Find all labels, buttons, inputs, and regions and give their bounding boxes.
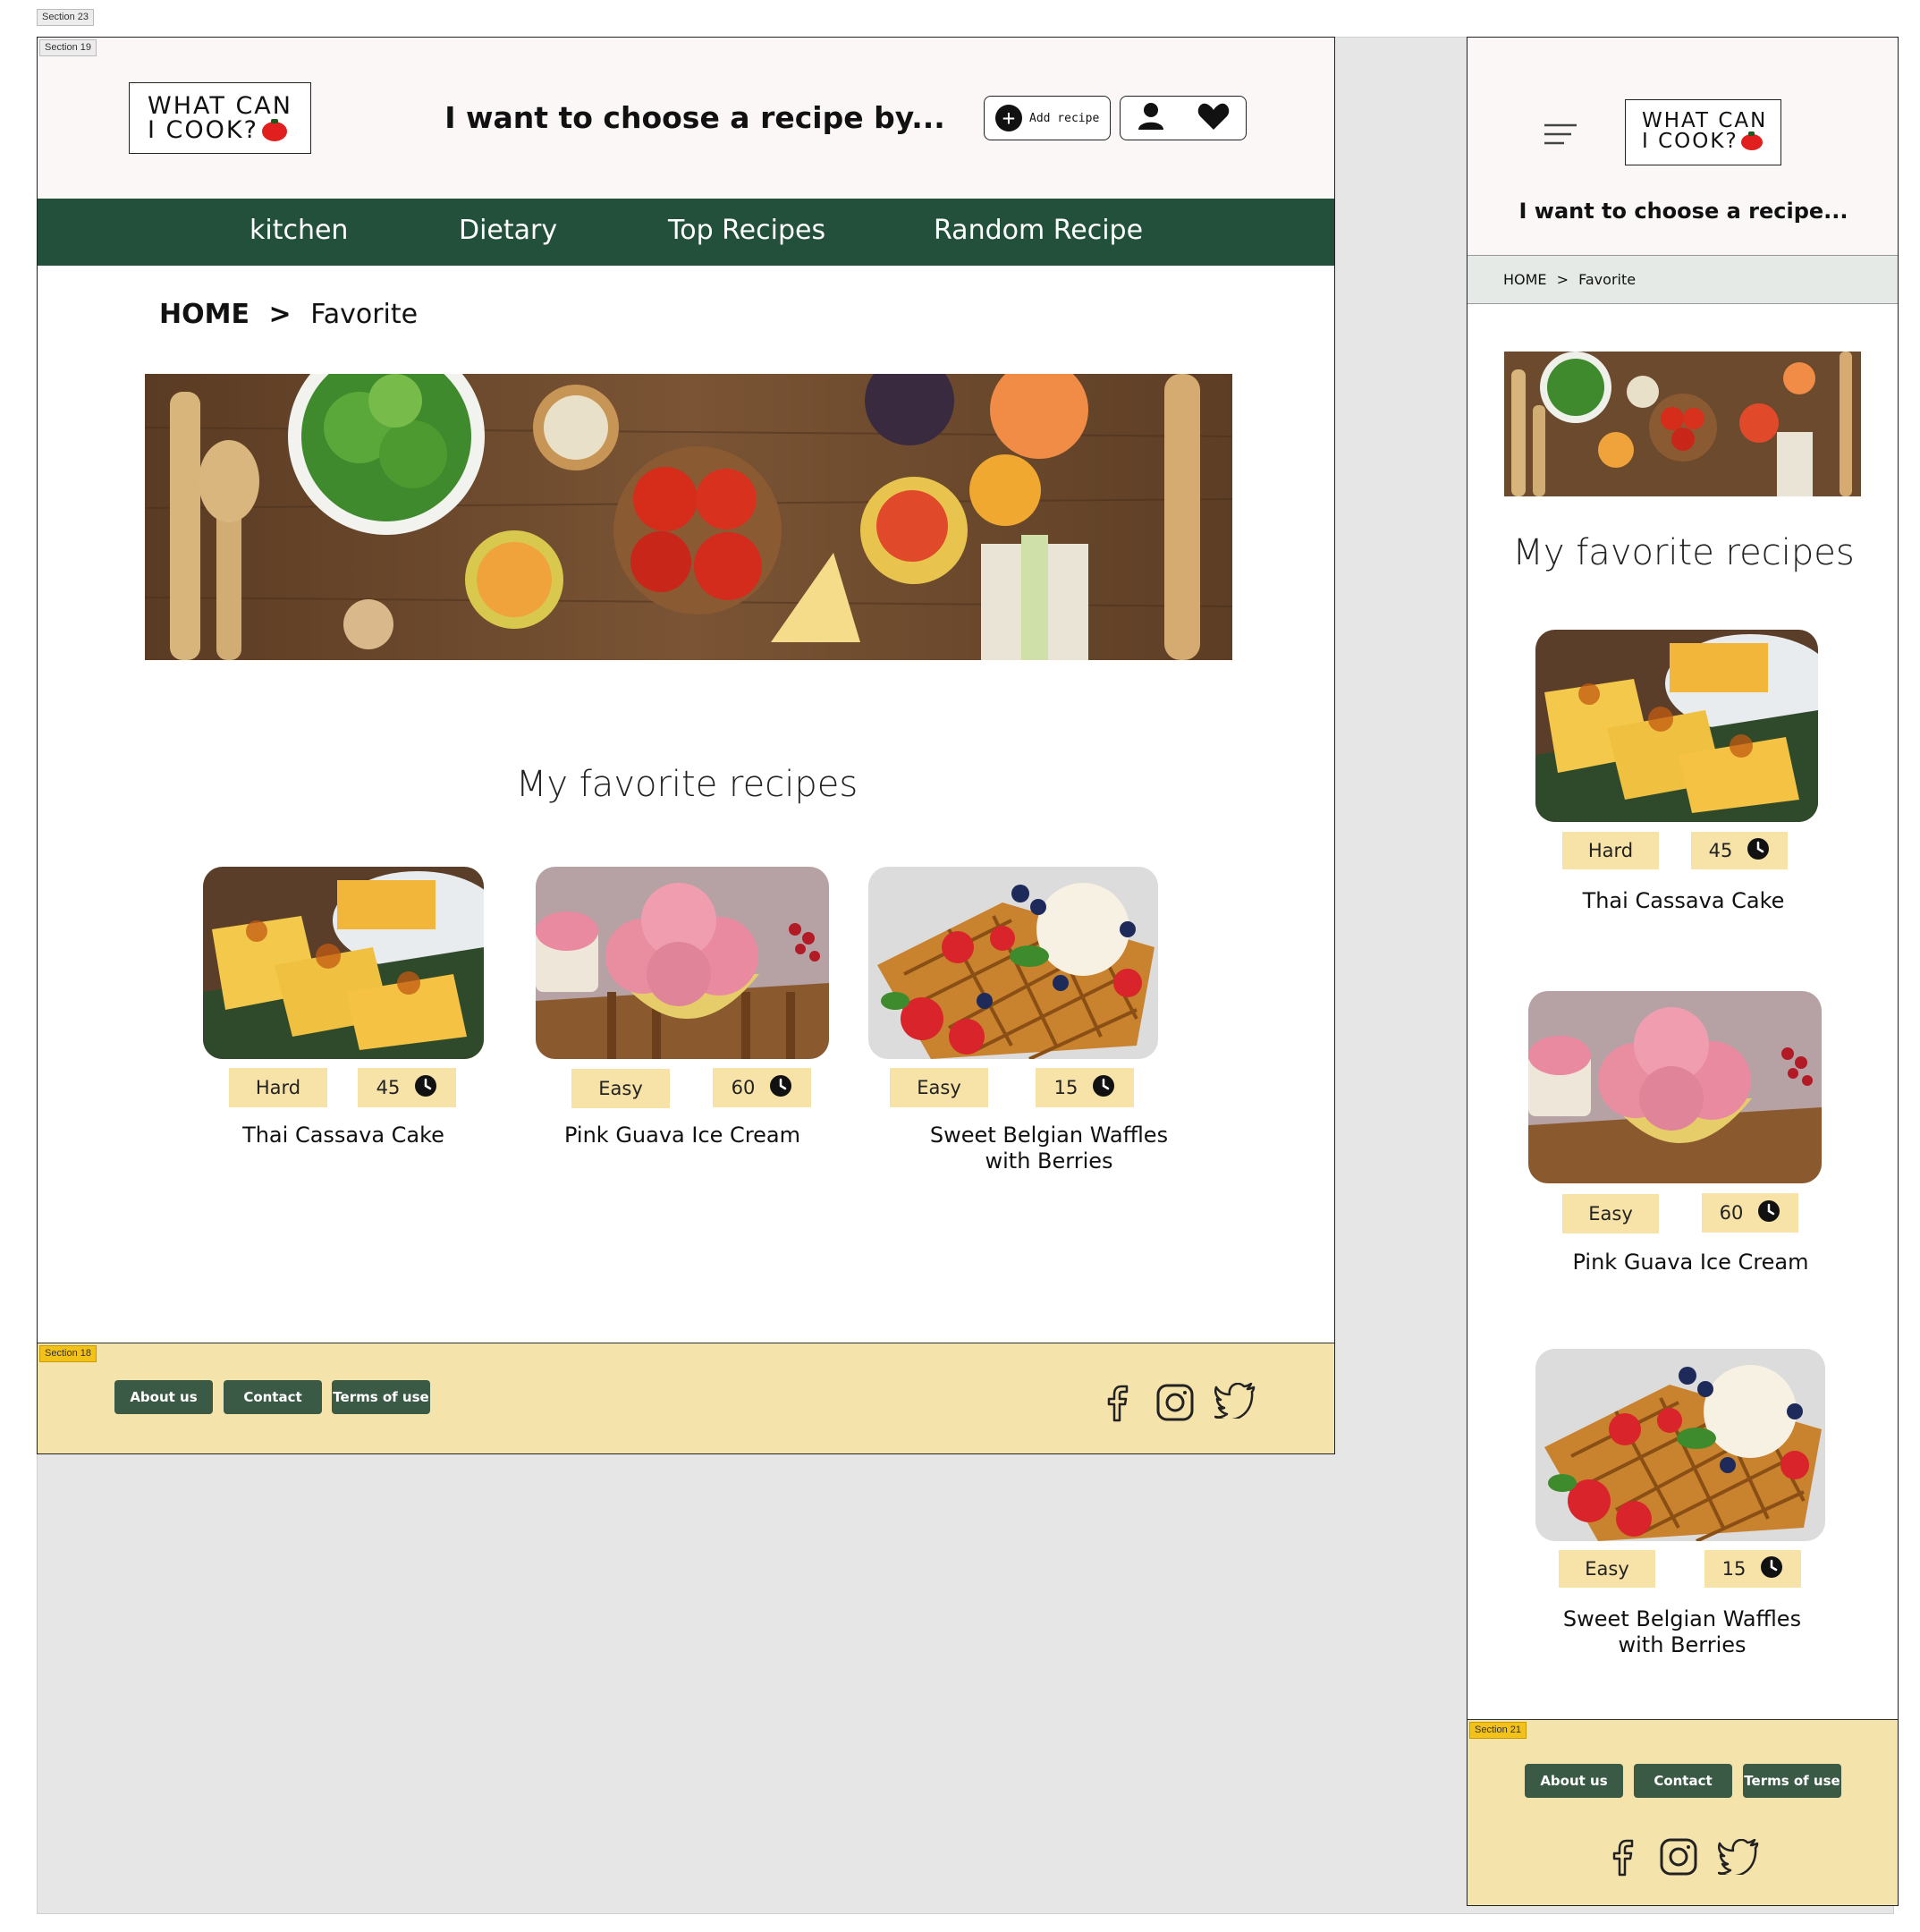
difficulty-badge: Easy	[1562, 1194, 1659, 1233]
time-value: 15	[1721, 1558, 1747, 1580]
section-tag-canvas: Section 23	[37, 9, 94, 26]
recipe-card-image-sweet-belgian-waffles[interactable]	[1535, 1349, 1825, 1541]
recipe-title[interactable]: Sweet Belgian Waffles with Berries	[904, 1123, 1194, 1174]
time-badge: 60	[1702, 1193, 1798, 1233]
recipe-title[interactable]: Pink Guava Ice Cream	[536, 1123, 829, 1148]
hero-banner-image	[145, 374, 1232, 660]
account-favorites-group	[1120, 96, 1247, 140]
difficulty-badge: Easy	[1559, 1550, 1655, 1588]
section-tag-desktop-footer: Section 18	[39, 1345, 97, 1362]
clock-icon	[1757, 1199, 1780, 1227]
desktop-footer: Section 18 About us Contact Terms of use	[38, 1343, 1334, 1453]
recipe-title[interactable]: Pink Guava Ice Cream	[1475, 1250, 1898, 1275]
footer-about-button[interactable]: About us	[114, 1380, 213, 1414]
favorites-title: My favorite recipes	[515, 764, 859, 805]
time-badge: 45	[1691, 832, 1788, 869]
nav-item-dietary[interactable]: Dietary	[459, 215, 557, 246]
time-value: 45	[376, 1077, 401, 1098]
plus-circle-icon: +	[995, 105, 1022, 131]
recipe-title[interactable]: Thai Cassava Cake	[1467, 888, 1898, 914]
footer-terms-button[interactable]: Terms of use	[332, 1380, 430, 1414]
heart-icon[interactable]	[1197, 102, 1230, 134]
facebook-icon[interactable]	[1105, 1383, 1130, 1426]
add-recipe-button[interactable]: + Add recipe	[984, 96, 1111, 140]
breadcrumb-home[interactable]: HOME	[159, 299, 250, 330]
recipe-card-image-thai-cassava-cake[interactable]	[203, 867, 484, 1059]
breadcrumb-current: Favorite	[1578, 271, 1637, 288]
clock-icon	[1760, 1555, 1783, 1583]
desktop-header: Section 19 WHAT CAN I COOK? I want to ch…	[38, 38, 1334, 199]
hero-banner-image	[1504, 352, 1861, 496]
breadcrumb-separator: >	[268, 299, 292, 330]
recipe-card-image-thai-cassava-cake[interactable]	[1535, 630, 1818, 822]
mobile-frame: WHAT CAN I COOK? I want to choose a reci…	[1467, 37, 1899, 1906]
nav-item-kitchen[interactable]: kitchen	[250, 215, 348, 246]
user-icon[interactable]	[1138, 102, 1164, 134]
section-tag-desktop: Section 19	[39, 39, 97, 56]
time-badge: 45	[358, 1068, 456, 1107]
recipe-card-image-sweet-belgian-waffles[interactable]	[868, 867, 1158, 1059]
time-value: 45	[1708, 840, 1733, 861]
mobile-footer: Section 21 About us Contact Terms of use	[1467, 1719, 1898, 1905]
clock-icon	[1092, 1074, 1115, 1102]
logo[interactable]: WHAT CAN I COOK?	[1625, 99, 1781, 165]
mobile-breadcrumb-bar: HOME > Favorite	[1467, 255, 1898, 304]
breadcrumb-separator: >	[1556, 271, 1569, 288]
time-value: 60	[1719, 1202, 1744, 1224]
recipe-card-image-pink-guava-ice-cream[interactable]	[536, 867, 829, 1059]
logo-line-1: WHAT CAN	[1642, 109, 1768, 132]
difficulty-badge: Easy	[571, 1069, 670, 1108]
clock-icon	[1747, 837, 1770, 865]
recipe-card-image-pink-guava-ice-cream[interactable]	[1528, 991, 1822, 1183]
time-value: 60	[731, 1077, 756, 1098]
recipe-title[interactable]: Thai Cassava Cake	[203, 1123, 484, 1148]
desktop-frame: Section 19 WHAT CAN I COOK? I want to ch…	[37, 37, 1335, 1454]
logo-line-1: WHAT CAN	[148, 92, 292, 120]
nav-item-top-recipes[interactable]: Top Recipes	[668, 215, 825, 246]
footer-contact-button[interactable]: Contact	[224, 1380, 322, 1414]
page-tagline: I want to choose a recipe...	[1518, 199, 1848, 224]
time-badge: 15	[1036, 1068, 1134, 1107]
main-nav: kitchen Dietary Top Recipes Random Recip…	[38, 199, 1334, 266]
recipe-title[interactable]: Sweet Belgian Waffles with Berries	[1537, 1606, 1827, 1658]
difficulty-badge: Easy	[890, 1068, 988, 1107]
favorites-title: My favorite recipes	[1512, 532, 1855, 573]
clock-icon	[769, 1074, 792, 1102]
twitter-icon[interactable]	[1214, 1382, 1256, 1422]
breadcrumb-current: Favorite	[310, 299, 419, 330]
difficulty-badge: Hard	[229, 1068, 327, 1107]
time-value: 15	[1053, 1077, 1078, 1098]
facebook-icon[interactable]	[1611, 1837, 1636, 1880]
footer-about-button[interactable]: About us	[1525, 1764, 1623, 1798]
breadcrumb-home[interactable]: HOME	[1503, 271, 1547, 288]
page-tagline: I want to choose a recipe by...	[444, 100, 945, 135]
logo-line-2: I COOK?	[1642, 130, 1738, 153]
twitter-icon[interactable]	[1717, 1838, 1759, 1878]
footer-terms-button[interactable]: Terms of use	[1743, 1764, 1841, 1798]
time-badge: 15	[1704, 1550, 1801, 1588]
logo-line-2: I COOK?	[148, 116, 258, 144]
tomato-icon	[261, 118, 287, 141]
clock-icon	[414, 1074, 437, 1102]
instagram-icon[interactable]	[1659, 1837, 1698, 1880]
add-recipe-label: Add recipe	[1029, 111, 1100, 125]
hamburger-menu-icon[interactable]	[1544, 123, 1577, 148]
nav-item-random-recipe[interactable]: Random Recipe	[934, 215, 1143, 246]
breadcrumb: HOME > Favorite	[1503, 271, 1636, 288]
section-tag-mobile-footer: Section 21	[1469, 1722, 1527, 1739]
breadcrumb: HOME > Favorite	[159, 299, 418, 330]
instagram-icon[interactable]	[1155, 1383, 1195, 1426]
difficulty-badge: Hard	[1562, 832, 1659, 869]
tomato-icon	[1740, 131, 1763, 150]
time-badge: 60	[713, 1068, 811, 1107]
logo[interactable]: WHAT CAN I COOK?	[129, 82, 311, 154]
footer-contact-button[interactable]: Contact	[1634, 1764, 1732, 1798]
mobile-header: WHAT CAN I COOK? I want to choose a reci…	[1467, 38, 1898, 255]
